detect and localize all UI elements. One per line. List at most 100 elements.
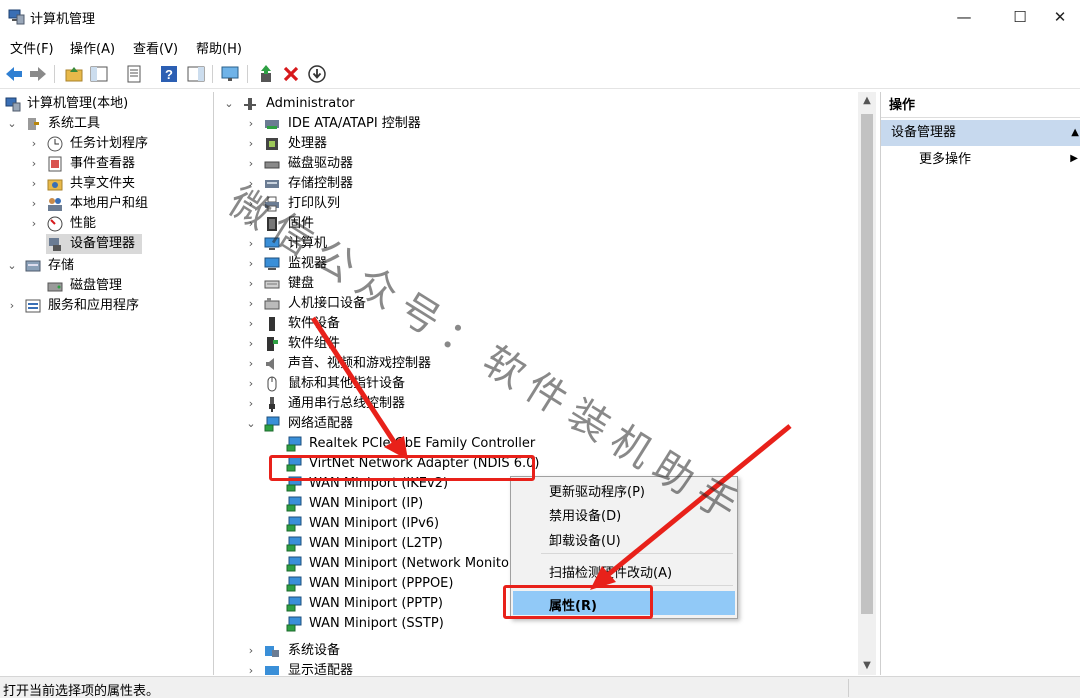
tree-item-services-apps[interactable]: › 服务和应用程序 (0, 296, 214, 316)
chevron-right-icon[interactable]: › (246, 114, 256, 134)
chevron-down-icon[interactable]: ⌄ (7, 114, 17, 134)
tree-item-label: 服务和应用程序 (48, 298, 140, 313)
device-category[interactable]: › 显示适配器 (218, 661, 858, 675)
tree-item-event-viewer[interactable]: › 事件查看器 (0, 154, 214, 174)
tree-item-local-users[interactable]: › 本地用户和组 (0, 194, 214, 214)
menu-item-disable-device[interactable]: 禁用设备(D) (549, 505, 621, 524)
tree-item-performance[interactable]: › 性能 (0, 214, 214, 234)
chevron-right-icon[interactable]: › (29, 134, 39, 154)
chevron-right-icon[interactable]: › (246, 274, 256, 294)
chevron-right-icon[interactable]: › (246, 314, 256, 334)
tree-item-storage[interactable]: ⌄ 存储 (0, 256, 214, 276)
device-tree-root[interactable]: ⌄ Administrator (218, 94, 858, 114)
menu-item-scan-hardware[interactable]: 扫描检测硬件改动(A) (549, 562, 672, 581)
scroll-thumb[interactable] (861, 114, 873, 614)
device-category[interactable]: › 固件 (218, 214, 858, 234)
chevron-right-icon[interactable]: › (246, 174, 256, 194)
minimize-button[interactable]: — (936, 0, 992, 33)
menu-file[interactable]: 文件(F) (10, 38, 54, 57)
actions-section-device-manager[interactable]: 设备管理器 ▲ (881, 120, 1080, 146)
scroll-down-arrow-icon[interactable]: ▼ (858, 657, 876, 675)
chevron-right-icon[interactable]: › (246, 214, 256, 234)
scroll-up-arrow-icon[interactable]: ▲ (858, 92, 876, 110)
device-category[interactable]: › 鼠标和其他指针设备 (218, 374, 858, 394)
chevron-right-icon[interactable]: › (7, 296, 17, 316)
download-circle-icon[interactable] (307, 64, 327, 84)
device-category[interactable]: › 处理器 (218, 134, 858, 154)
device-category-network-adapters[interactable]: ⌄ 网络适配器 (218, 414, 858, 434)
chevron-right-icon[interactable]: › (246, 354, 256, 374)
usb-icon (269, 397, 275, 412)
chevron-right-icon[interactable]: › (246, 234, 256, 254)
chevron-right-icon[interactable]: › (246, 394, 256, 414)
menu-item-uninstall-device[interactable]: 卸载设备(U) (549, 530, 621, 549)
more-actions-label: 更多操作 (919, 152, 972, 167)
chevron-right-icon[interactable]: › (29, 174, 39, 194)
toolbar-separator (212, 65, 213, 83)
device-category[interactable]: › 键盘 (218, 274, 858, 294)
device-category[interactable]: › 软件设备 (218, 314, 858, 334)
device-category[interactable]: › 计算机 (218, 234, 858, 254)
menu-help[interactable]: 帮助(H) (196, 38, 242, 57)
vertical-scrollbar[interactable]: ▲ ▼ (858, 92, 876, 675)
device-category[interactable]: › 打印队列 (218, 194, 858, 214)
submenu-arrow-icon[interactable]: ▶ (1070, 153, 1078, 164)
tree-item-computer-management[interactable]: 计算机管理(本地) (0, 94, 214, 114)
device-category[interactable]: › 软件组件 (218, 334, 858, 354)
svg-text:?: ? (165, 67, 173, 82)
device-category-label: 存储控制器 (288, 176, 354, 191)
tree-item-disk-management[interactable]: 磁盘管理 (0, 276, 214, 296)
chevron-down-icon[interactable]: ⌄ (246, 414, 256, 434)
display-adapter-icon (265, 666, 279, 675)
menu-action[interactable]: 操作(A) (70, 38, 115, 57)
device-category-label: 磁盘驱动器 (288, 156, 354, 171)
more-actions[interactable]: 更多操作 (919, 150, 971, 170)
device-category[interactable]: › 通用串行总线控制器 (218, 394, 858, 414)
device-category[interactable]: › 监视器 (218, 254, 858, 274)
device-category[interactable]: › 人机接口设备 (218, 294, 858, 314)
chevron-right-icon[interactable]: › (29, 154, 39, 174)
uninstall-x-icon[interactable] (281, 64, 301, 84)
chevron-right-icon[interactable]: › (246, 154, 256, 174)
properties-sheet-icon[interactable] (124, 64, 144, 84)
chevron-right-icon[interactable]: › (246, 194, 256, 214)
chevron-right-icon[interactable]: › (29, 194, 39, 214)
device-category[interactable]: › 存储控制器 (218, 174, 858, 194)
chevron-right-icon[interactable]: › (246, 134, 256, 154)
action-pane-icon[interactable] (186, 64, 206, 84)
tree-item-shared-folders[interactable]: › 共享文件夹 (0, 174, 214, 194)
help-icon[interactable]: ? (159, 64, 179, 84)
device-category-label: 人机接口设备 (288, 296, 367, 311)
chevron-right-icon[interactable]: › (246, 294, 256, 314)
back-arrow-icon[interactable] (4, 64, 24, 84)
chevron-down-icon[interactable]: ⌄ (224, 94, 234, 114)
device-category[interactable]: › 系统设备 (218, 641, 858, 661)
menu-view[interactable]: 查看(V) (133, 38, 178, 57)
device-category[interactable]: › IDE ATA/ATAPI 控制器 (218, 114, 858, 134)
close-button[interactable]: ✕ (1040, 0, 1080, 33)
tree-item-device-manager[interactable]: 设备管理器 (46, 234, 142, 254)
chevron-down-icon[interactable]: ⌄ (7, 256, 17, 276)
chevron-right-icon[interactable]: › (246, 374, 256, 394)
forward-arrow-icon[interactable] (28, 64, 48, 84)
tree-item-system-tools[interactable]: ⌄ 系统工具 (0, 114, 214, 134)
shared-folder-icon (47, 179, 63, 191)
chevron-right-icon[interactable]: › (29, 214, 39, 234)
menu-item-update-driver[interactable]: 更新驱动程序(P) (549, 481, 645, 500)
collapse-arrow-icon[interactable]: ▲ (1071, 120, 1079, 146)
tree-item-task-scheduler[interactable]: › 任务计划程序 (0, 134, 214, 154)
update-driver-icon[interactable] (256, 64, 276, 84)
tree-item-label: 共享文件夹 (70, 176, 136, 191)
chevron-right-icon[interactable]: › (246, 641, 256, 661)
device-category[interactable]: › 磁盘驱动器 (218, 154, 858, 174)
show-hide-tree-icon[interactable] (89, 64, 109, 84)
chevron-right-icon[interactable]: › (246, 661, 256, 675)
chevron-right-icon[interactable]: › (246, 254, 256, 274)
network-adapter-label: WAN Miniport (PPTP) (309, 596, 443, 611)
network-adapter-item[interactable]: Realtek PCIe GbE Family Controller (218, 434, 858, 454)
chevron-right-icon[interactable]: › (246, 334, 256, 354)
network-adapter-icon (286, 436, 302, 452)
device-category[interactable]: › 声音、视频和游戏控制器 (218, 354, 858, 374)
monitor-icon[interactable] (220, 64, 240, 84)
up-folder-icon[interactable] (64, 64, 84, 84)
